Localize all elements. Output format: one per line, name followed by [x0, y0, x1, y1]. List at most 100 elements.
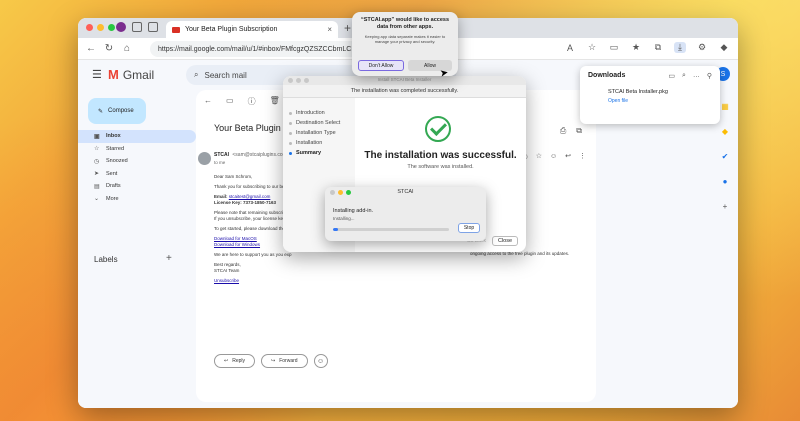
- nav-item-starred[interactable]: ☆ Starred: [78, 143, 196, 156]
- step-label: Introduction: [296, 110, 325, 116]
- gmail-logo[interactable]: M Gmail: [108, 67, 154, 82]
- copilot-icon[interactable]: ◆: [718, 42, 730, 53]
- dont-allow-button[interactable]: Don’t Allow: [358, 60, 404, 71]
- email-link[interactable]: stcaitest@gmail.com: [229, 194, 271, 199]
- recipient-line[interactable]: to me: [214, 160, 225, 165]
- print-icon[interactable]: ⎙: [560, 126, 566, 136]
- gmail-logo-text: Gmail: [122, 67, 155, 82]
- tasks-icon[interactable]: ✔: [722, 152, 729, 161]
- download-file-name[interactable]: STCAI Beta Installer.pkg: [608, 89, 668, 95]
- archive-icon[interactable]: ▭: [226, 96, 234, 107]
- progress-titlebar: STCAI: [325, 187, 486, 197]
- nav-label: Inbox: [106, 133, 121, 140]
- step-label: Summary: [296, 150, 322, 156]
- sender-avatar: [198, 152, 211, 165]
- addin-progress-dialog: STCAI Installing add-in. Installing... S…: [325, 187, 486, 241]
- forward-button[interactable]: ↪ Forward: [261, 354, 308, 368]
- more-downloads-icon[interactable]: …: [693, 72, 700, 80]
- nav-label: Drafts: [106, 183, 121, 190]
- star-email-icon[interactable]: ☆: [536, 152, 542, 160]
- new-tab-button[interactable]: +: [344, 21, 351, 35]
- menu-icon[interactable]: ☰: [92, 68, 102, 81]
- nav-item-drafts[interactable]: ▤ Drafts: [78, 180, 196, 193]
- step-dot-icon: [289, 121, 292, 125]
- collections-icon[interactable]: ⧉: [652, 42, 664, 53]
- window-controls: [86, 24, 115, 31]
- download-open-link[interactable]: Open file: [608, 98, 628, 104]
- workspaces-icon[interactable]: [132, 22, 142, 32]
- favorites-list-icon[interactable]: ★: [630, 42, 642, 53]
- installer-header: The installation was completed successfu…: [283, 85, 526, 98]
- body-line: We are here to support you as you exp: [214, 252, 292, 257]
- step-dot-icon: [289, 141, 292, 145]
- favorite-icon[interactable]: ☆: [586, 42, 598, 53]
- add-addon-icon[interactable]: +: [723, 202, 728, 211]
- add-label-button[interactable]: +: [166, 253, 172, 264]
- step-destination: Destination Select: [289, 118, 355, 128]
- tab-list-icon[interactable]: [148, 22, 158, 32]
- refresh-icon[interactable]: ↻: [104, 43, 114, 54]
- emoji-button[interactable]: ☺: [313, 354, 328, 368]
- nav-item-sent[interactable]: ➤ Sent: [78, 168, 196, 181]
- keep-icon[interactable]: ◆: [722, 127, 728, 136]
- download-windows-link[interactable]: Download for Windows: [214, 242, 260, 247]
- search-icon: ⌕: [194, 70, 199, 79]
- gmail-sidebar: ✎ Compose ▣ Inbox ☆ Starred ◷ Snoozed ➤: [78, 90, 203, 408]
- nav-item-inbox[interactable]: ▣ Inbox: [78, 130, 196, 143]
- progress-title: STCAI: [397, 189, 414, 195]
- reply-button[interactable]: ↩ Reply: [214, 354, 255, 368]
- progress-message: Installing add-in.: [333, 208, 374, 214]
- close-button[interactable]: Close: [492, 236, 518, 246]
- split-screen-icon[interactable]: ▭: [608, 42, 620, 53]
- email-top-actions: ⎙ ⧉: [560, 126, 582, 136]
- tab-close-icon[interactable]: ×: [327, 25, 332, 34]
- back-icon[interactable]: ←: [86, 43, 96, 54]
- step-label: Installation Type: [296, 130, 336, 136]
- open-new-window-icon[interactable]: ⧉: [576, 126, 582, 136]
- emoji-react-icon[interactable]: ☺: [550, 153, 557, 160]
- body-line-2: Please note that remaining subscribed: [214, 210, 291, 215]
- profile-icon[interactable]: [116, 22, 126, 32]
- sender-name: STCAI: [214, 152, 229, 158]
- report-spam-icon[interactable]: ⓘ: [248, 96, 256, 107]
- step-installation-type: Installation Type: [289, 128, 355, 138]
- step-introduction: Introduction: [289, 108, 355, 118]
- more-options-icon[interactable]: ⋮: [579, 152, 586, 160]
- download-mac-link[interactable]: Download for MacOS: [214, 236, 257, 241]
- read-aloud-icon[interactable]: A: [564, 43, 576, 53]
- stop-button[interactable]: Stop: [458, 223, 480, 233]
- reply-icon[interactable]: ↩: [565, 152, 571, 160]
- pin-icon[interactable]: ⚲: [707, 72, 712, 80]
- compose-button[interactable]: ✎ Compose: [88, 98, 146, 124]
- sender-address: <sam@stcaiplugins.com>: [232, 152, 290, 158]
- download-icon[interactable]: ⤓: [674, 42, 686, 53]
- back-to-inbox-icon[interactable]: ←: [204, 96, 212, 107]
- chevron-down-icon: ⌄: [94, 196, 100, 203]
- step-summary: Summary: [289, 148, 355, 158]
- star-icon: ☆: [94, 146, 100, 153]
- extensions-icon[interactable]: ⚙: [696, 42, 708, 53]
- contacts-icon[interactable]: ●: [723, 177, 728, 186]
- nav-label: More: [106, 195, 119, 202]
- search-downloads-icon[interactable]: ⌕: [682, 72, 686, 80]
- email-label: Email:: [214, 194, 228, 199]
- tab-gmail[interactable]: Your Beta Plugin Subscription ×: [166, 21, 338, 38]
- close-window-button[interactable]: [86, 24, 93, 31]
- maximize-window-button[interactable]: [108, 24, 115, 31]
- folder-icon[interactable]: ▭: [668, 72, 675, 80]
- nav-label: Sent: [106, 170, 118, 177]
- home-icon[interactable]: ⌂: [122, 43, 132, 54]
- search-placeholder: Search mail: [204, 70, 247, 80]
- body-line-3: If you unsubscribe, your license key wil…: [214, 216, 293, 221]
- minimize-window-button[interactable]: [97, 24, 104, 31]
- gmail-favicon-icon: [172, 26, 180, 33]
- reply-label: Reply: [232, 358, 245, 364]
- unsubscribe-link[interactable]: Unsubscribe: [214, 278, 239, 283]
- delete-icon[interactable]: 🗑: [270, 96, 280, 107]
- pencil-icon: ✎: [98, 108, 104, 115]
- forward-label: Forward: [279, 358, 298, 364]
- calendar-icon[interactable]: ▦: [721, 102, 729, 111]
- permission-buttons: Don’t Allow Allow: [358, 60, 452, 71]
- nav-item-snoozed[interactable]: ◷ Snoozed: [78, 155, 196, 168]
- nav-item-more[interactable]: ⌄ More: [78, 193, 196, 206]
